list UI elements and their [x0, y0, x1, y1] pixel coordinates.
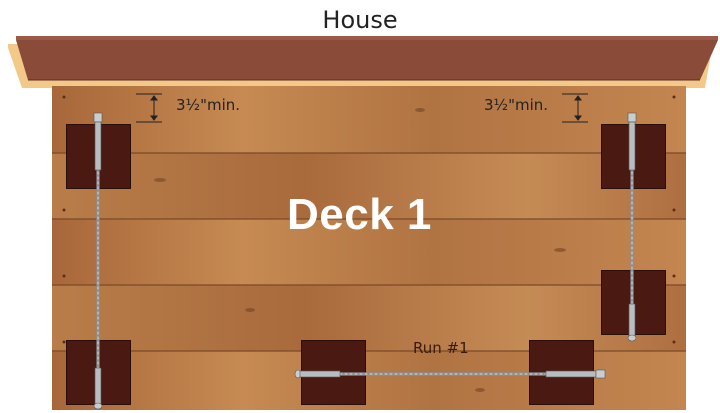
cable-run-1: [294, 369, 606, 379]
clearance-marker-right: [562, 93, 588, 123]
clearance-marker-left: [136, 93, 162, 123]
cable-right: [627, 112, 637, 342]
clearance-label-left: 3½"min.: [176, 96, 241, 114]
cable-left: [93, 112, 103, 410]
clearance-label-right: 3½"min.: [484, 96, 549, 114]
run-label: Run #1: [413, 339, 469, 357]
deck-title: Deck 1: [287, 190, 432, 239]
